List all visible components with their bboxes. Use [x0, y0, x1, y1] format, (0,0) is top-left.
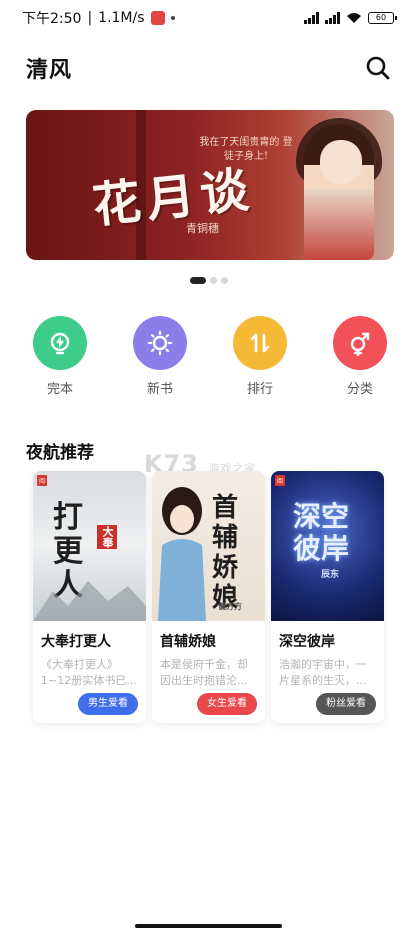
- book-card[interactable]: 阅 打更人 大奉 大奉打更人 《大奉打更人》1~12册实体书已... 男生爱看: [33, 471, 146, 723]
- banner-pager: [190, 277, 228, 284]
- wifi-icon: [347, 13, 361, 23]
- book-cover: 阅 打更人 大奉: [33, 471, 146, 621]
- book-desc: 本是侯府千金，却因出生时抱错沦...: [160, 658, 248, 687]
- cover-author: 辰东: [321, 570, 340, 580]
- book-desc: 《大奉打更人》1~12册实体书已...: [41, 658, 137, 687]
- audience-tag: 男生爱看: [78, 693, 138, 715]
- status-net-speed: 1.1M/s: [98, 10, 145, 26]
- category-finished[interactable]: 完本: [30, 316, 90, 397]
- book-cover: 阅 深空彼岸 辰东: [271, 471, 384, 621]
- book-title: 深空彼岸: [279, 634, 335, 650]
- book-cover: 首辅娇娘 偏方方: [152, 471, 265, 621]
- book-title: 首辅娇娘: [160, 634, 216, 650]
- cover-title: 深空彼岸: [293, 500, 350, 565]
- more-notifications-icon: [170, 16, 175, 20]
- notification-app-icon: [150, 11, 165, 25]
- banner-character-face: [320, 140, 362, 184]
- book-card[interactable]: 阅 深空彼岸 辰东 深空彼岸 浩瀚的宇宙中，一片星系的生灭，... 粉丝爱看: [271, 471, 384, 723]
- sun-icon: [133, 316, 187, 370]
- cover-subtitle: 大奉: [97, 525, 117, 549]
- category-genre[interactable]: 分类: [330, 316, 390, 397]
- battery-level: 60: [375, 13, 387, 22]
- audience-tag: 女生爱看: [197, 693, 257, 715]
- pager-dot-active: [190, 277, 206, 284]
- search-icon: [366, 56, 390, 80]
- promo-banner[interactable]: 我在了天闺贵胄的 登徒子身上! 花月谈 青铜穗: [26, 110, 394, 260]
- cover-author: 偏方方: [218, 601, 242, 611]
- pager-dot: [210, 277, 217, 284]
- home-indicator[interactable]: [135, 924, 282, 928]
- banner-author: 青铜穗: [186, 222, 219, 235]
- app-title: 清风: [26, 58, 73, 83]
- app-header: 清风: [26, 52, 392, 84]
- publisher-badge: 阅: [37, 475, 48, 486]
- category-ranking[interactable]: 排行: [230, 316, 290, 397]
- signal-icon-2: [325, 12, 340, 24]
- book-card[interactable]: 首辅娇娘 偏方方 首辅娇娘 本是侯府千金，却因出生时抱错沦... 女生爱看: [152, 471, 265, 723]
- status-bar: 下午2:50 | 1.1M/s 60: [0, 0, 416, 36]
- pager-dot: [221, 277, 228, 284]
- status-time: 下午2:50: [22, 11, 82, 27]
- cover-character-art: [158, 487, 206, 621]
- category-new[interactable]: 新书: [130, 316, 190, 397]
- book-desc: 浩瀚的宇宙中，一片星系的生灭，...: [279, 658, 367, 687]
- category-label: 完本: [46, 382, 73, 397]
- gender-icon: [333, 316, 387, 370]
- search-button[interactable]: [364, 54, 392, 82]
- sort-arrows-icon: [233, 316, 287, 370]
- publisher-badge: 阅: [275, 475, 286, 486]
- cover-title: 首辅娇娘: [212, 493, 239, 613]
- section-title: 夜航推荐: [26, 443, 94, 463]
- cover-mountain-art: [33, 581, 146, 621]
- book-title: 大奉打更人: [41, 634, 111, 650]
- recommend-list: 阅 打更人 大奉 大奉打更人 《大奉打更人》1~12册实体书已... 男生爱看 …: [33, 471, 384, 723]
- category-label: 分类: [346, 382, 373, 397]
- signal-icon: [304, 12, 319, 24]
- category-label: 新书: [146, 382, 173, 397]
- audience-tag: 粉丝爱看: [316, 693, 376, 715]
- lightbulb-icon: [33, 316, 87, 370]
- category-nav: 完本 新书 排行 分类: [30, 316, 390, 397]
- battery-icon: 60: [368, 12, 397, 24]
- category-label: 排行: [246, 382, 273, 397]
